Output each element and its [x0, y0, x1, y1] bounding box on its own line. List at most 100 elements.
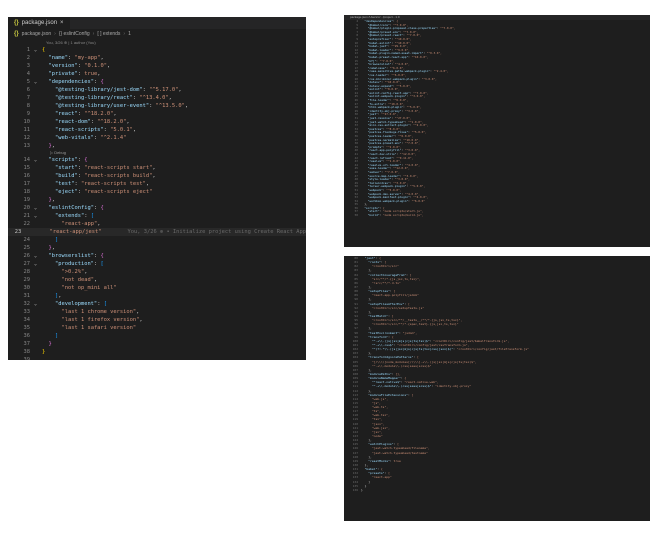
code-line[interactable]: 25 },: [8, 244, 306, 252]
code-line[interactable]: 33 "last 1 chrome version",: [8, 308, 306, 316]
token: "5.0.1": [110, 127, 133, 133]
code-line[interactable]: 29 "not dead",: [8, 276, 306, 284]
fold-chevron-icon[interactable]: ⌄: [34, 156, 42, 164]
chevron-right-icon: ›: [92, 31, 95, 37]
line-number: 136: [352, 487, 358, 492]
code-line[interactable]: 3 "version": "0.1.0",: [8, 62, 306, 70]
line-text: "browserslist": {: [42, 252, 104, 260]
code-line[interactable]: 38}: [8, 348, 306, 356]
tab-package-json[interactable]: {} package.json ×: [8, 17, 70, 29]
close-icon[interactable]: ×: [60, 20, 64, 26]
code-line[interactable]: 17 "test": "react-scripts test",: [8, 180, 306, 188]
code-line[interactable]: 27 ⌄ "production": [: [8, 260, 306, 268]
code-line[interactable]: 23 "react-app/jest" You, 3/26 ⊕ • Initia…: [8, 228, 306, 236]
code-line[interactable]: 22 "react-app",: [8, 220, 306, 228]
line-number: 7: [26, 95, 30, 101]
fold-chevron-icon[interactable]: ⌄: [34, 260, 42, 268]
gutter: [34, 94, 42, 102]
line-number: 34: [23, 317, 31, 323]
token: ,: [168, 95, 172, 101]
line-number: 14: [23, 157, 31, 163]
code-line[interactable]: 13 },: [8, 142, 306, 150]
code-line[interactable]: 2 "name": "my-app",: [8, 54, 306, 62]
code-line[interactable]: 11 "react-scripts": "5.0.1",: [8, 126, 306, 134]
token: ,: [51, 245, 55, 251]
inline-blame-text: You, 3/26 ⊕ • Initialize project using C…: [101, 229, 306, 235]
code-lines[interactable]: 1 ⌄{2 "name": "my-app", 3 "version": "0.1.…: [8, 46, 306, 360]
code-line[interactable]: 18 "eject": "react-scripts eject": [8, 188, 306, 196]
fold-chevron-icon[interactable]: ⌄: [34, 300, 42, 308]
token: {: [100, 205, 104, 211]
token: "react-scripts start": [84, 165, 153, 171]
fold-chevron-icon[interactable]: ⌄: [34, 78, 42, 86]
token: "eject": [54, 189, 78, 195]
code-line[interactable]: 21 ⌄ "extends": [: [8, 212, 306, 220]
fold-chevron-icon[interactable]: ⌄: [34, 252, 42, 260]
code-line[interactable]: 10 "react-dom": "^18.2.0",: [8, 118, 306, 126]
token: ,: [152, 173, 156, 179]
line-text: "not dead",: [42, 276, 97, 284]
code-line[interactable]: 5 ⌄ "dependencies": {: [8, 78, 306, 86]
preview-lines: 80 "jest": {81 "roots": [82 "<rootDir>/s…: [344, 256, 650, 492]
code-line[interactable]: 31 ],: [8, 292, 306, 300]
code-line[interactable]: 24 ]: [8, 236, 306, 244]
blame-annotation[interactable]: You, 3/26 ⊕ | 1 author (You): [8, 39, 306, 46]
code-line[interactable]: 19 },: [8, 196, 306, 204]
code-line[interactable]: 39: [8, 356, 306, 360]
breadcrumb-index[interactable]: 1: [128, 31, 131, 37]
code-line[interactable]: 20 ⌄ "eslintConfig": {: [8, 204, 306, 212]
gutter: [34, 244, 42, 252]
line-text: ],: [42, 292, 62, 300]
line-number: 39: [23, 357, 31, 360]
token: "web-vitals": [54, 135, 94, 141]
gutter: [34, 164, 42, 172]
code-line[interactable]: 28 ">0.2%",: [8, 268, 306, 276]
breadcrumb-file[interactable]: package.json: [22, 31, 51, 37]
line-number: 27: [23, 261, 31, 267]
token: "start": [54, 165, 78, 171]
breadcrumb-eslintconfig[interactable]: {} eslintConfig: [59, 31, 90, 37]
code-line[interactable]: 30 "not op_mini all": [8, 284, 306, 292]
code-line[interactable]: 15 "start": "react-scripts start",: [8, 164, 306, 172]
code-line[interactable]: 26 ⌄ "browserslist": {: [8, 252, 306, 260]
breadcrumb-extends[interactable]: [ ] extends: [97, 31, 120, 37]
fold-chevron-icon[interactable]: ⌄: [34, 212, 42, 220]
token: "last 1 chrome version": [61, 309, 137, 315]
gutter: [34, 172, 42, 180]
code-line[interactable]: 12 "web-vitals": "^2.1.4": [8, 134, 306, 142]
code-line[interactable]: 1 ⌄{: [8, 46, 306, 54]
token: "react-app": [61, 221, 98, 227]
line-text: "development": [: [42, 300, 107, 308]
gutter: [34, 308, 42, 316]
gutter: [34, 324, 42, 332]
fold-chevron-icon[interactable]: ⌄: [34, 46, 42, 54]
code-line[interactable]: 37 }: [8, 340, 306, 348]
chevron-right-icon: ›: [54, 31, 56, 37]
line-number: 19: [23, 197, 31, 203]
code-line[interactable]: 32 ⌄ "development": [: [8, 300, 306, 308]
line-text: "react-dom": "^18.2.0",: [42, 118, 130, 126]
code-line[interactable]: 35 "last 1 safari version": [8, 324, 306, 332]
code-line[interactable]: 36 ]: [8, 332, 306, 340]
tab-label: package.json: [21, 20, 58, 26]
json-file-icon: {}: [14, 20, 19, 26]
code-line[interactable]: 9 "react": "^18.2.0",: [8, 110, 306, 118]
code-line[interactable]: 16 "build": "react-scripts build",: [8, 172, 306, 180]
code-line[interactable]: 4 "private": true,: [8, 70, 306, 78]
line-text: "last 1 chrome version",: [42, 308, 139, 316]
code-line[interactable]: 7 "@testing-library/react": "^13.4.0",: [8, 94, 306, 102]
code-line[interactable]: 6 "@testing-library/jest-dom": "^5.17.0"…: [8, 86, 306, 94]
fold-chevron-icon[interactable]: ⌄: [34, 204, 42, 212]
code-line[interactable]: 8 "@testing-library/user-event": "^13.5.…: [8, 102, 306, 110]
token: "0.1.0": [84, 63, 107, 69]
token: ,: [178, 87, 182, 93]
code-line[interactable]: 14 ⌄ "scripts": {: [8, 156, 306, 164]
code-line[interactable]: 34 "last 1 firefox version",: [8, 316, 306, 324]
token: "browserslist": [48, 253, 94, 259]
line-text: ">0.2%",: [42, 268, 87, 276]
